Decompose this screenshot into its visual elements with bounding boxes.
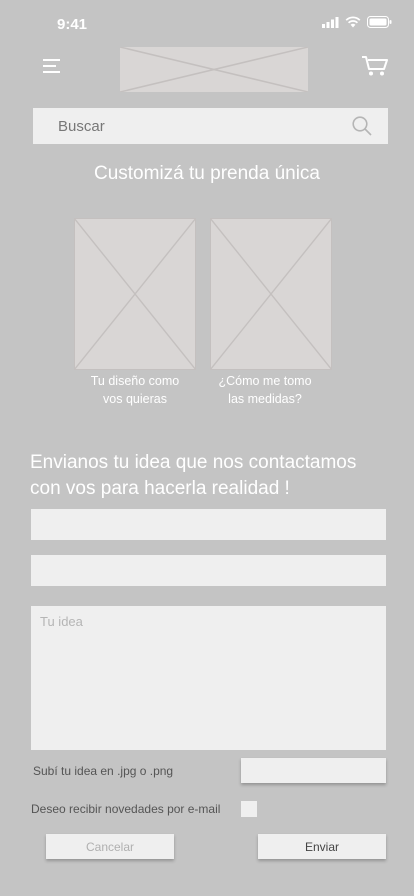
signal-icon — [322, 16, 339, 28]
newsletter-checkbox[interactable] — [241, 801, 257, 817]
upload-label: Subí tu idea en .jpg o .png — [33, 764, 174, 778]
email-field[interactable] — [31, 555, 386, 586]
idea-heading-line1: Envianos tu idea que nos contactamos — [30, 452, 357, 473]
design-caption-line1: Tu diseño como — [90, 374, 180, 388]
measurements-caption-line1: ¿Cómo me tomo — [218, 374, 312, 388]
cart-icon[interactable] — [361, 55, 389, 82]
search-input[interactable] — [33, 108, 343, 144]
status-bar: 9:41 — [0, 0, 414, 44]
measurements-caption-line2: las medidas? — [228, 392, 302, 406]
send-button[interactable]: Enviar — [258, 834, 386, 859]
design-caption-line2: vos quieras — [103, 392, 167, 406]
customize-title: Customizá tu prenda única — [93, 163, 320, 184]
search-bar — [33, 108, 388, 144]
hamburger-menu-icon[interactable] — [43, 59, 63, 75]
upload-button[interactable] — [241, 758, 386, 783]
design-image-card[interactable] — [74, 218, 196, 370]
idea-heading-line2: con vos para hacerla realidad ! — [30, 478, 290, 499]
measurements-image-card[interactable] — [210, 218, 332, 370]
search-icon[interactable] — [352, 116, 372, 141]
idea-textarea[interactable] — [31, 606, 386, 750]
idea-heading: Envianos tu idea que nos contactamos con… — [30, 450, 390, 502]
battery-icon — [367, 16, 392, 28]
design-card-caption: Tu diseño como vos quieras — [74, 372, 196, 408]
status-icons — [322, 16, 392, 28]
cancel-button[interactable]: Cancelar — [46, 834, 174, 859]
name-field[interactable] — [31, 509, 386, 540]
wifi-icon — [345, 16, 361, 28]
newsletter-label: Deseo recibir novedades por e-mail — [31, 802, 221, 816]
logo-placeholder — [119, 46, 309, 93]
status-time: 9:41 — [57, 16, 88, 33]
measurements-card-caption: ¿Cómo me tomo las medidas? — [204, 372, 326, 408]
